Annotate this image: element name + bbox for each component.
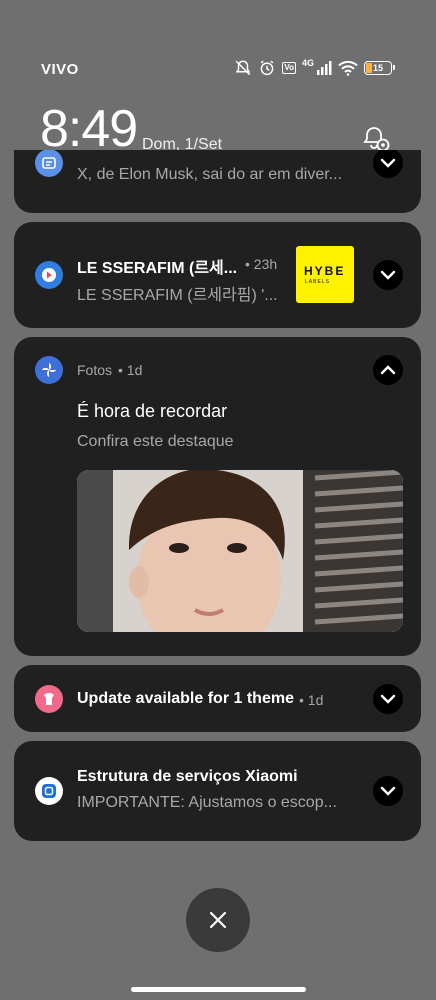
expand-button[interactable] [373,684,403,714]
notification-xiaomi-services[interactable]: Estrutura de serviços Xiaomi IMPORTANTE:… [14,741,421,841]
hybe-thumbnail: HYBE LABELS [296,246,354,303]
home-indicator[interactable] [131,987,306,992]
app-name: Fotos [77,362,113,378]
expand-button[interactable] [373,776,403,806]
notification-le-sserafim[interactable]: LE SSERAFIM (르세... • 23h LE SSERAFIM (르세… [14,222,421,328]
mute-icon [235,60,251,76]
xiaomi-services-icon [35,777,63,805]
chevron-up-icon [380,365,396,375]
notification-time: • 1d [118,362,143,378]
chevron-down-icon [380,158,396,168]
dismiss-all-button[interactable] [186,888,250,952]
news-app-icon [35,150,63,177]
thumbnail-sub: LABELS [305,279,330,285]
status-icons: Vo 4G 15 [234,57,395,78]
network-type: 4G [301,57,314,68]
wifi-icon [338,60,358,76]
expand-button[interactable] [373,260,403,290]
expand-button[interactable] [373,150,403,178]
volte-icon: Vo [282,62,296,74]
photo-image [77,470,403,632]
notification-time: • 1d [299,692,324,708]
notification-title: Estrutura de serviços Xiaomi [77,768,298,785]
theme-icon [35,685,63,713]
clock: 8:49 [40,100,138,158]
notification-title: É hora de recordar [77,401,228,421]
close-icon [209,911,227,929]
pinwheel-icon [35,356,63,384]
status-bar: VIVO Vo 4G 15 [0,52,436,86]
memory-photo[interactable] [77,470,403,632]
notification-x[interactable]: X, de Elon Musk, sai do ar em diver... [14,150,421,213]
video-app-icon [35,261,63,289]
carrier-label: VIVO [41,61,79,78]
thumbnail-brand: HYBE [304,264,346,278]
collapse-button[interactable] [373,355,403,385]
battery-icon: 15 [364,61,395,75]
notification-text: IMPORTANTE: Ajustamos o escop... [77,794,337,811]
notification-text: LE SSERAFIM (르세라핌) '... [77,287,278,304]
notification-title: LE SSERAFIM (르세... [77,260,238,277]
chevron-down-icon [380,786,396,796]
signal-icon [317,61,332,75]
notification-text: X, de Elon Musk, sai do ar em diver... [77,166,343,183]
notification-time: • 23h [245,256,278,272]
notification-theme-update[interactable]: Update available for 1 theme • 1d [14,665,421,732]
chevron-down-icon [380,270,396,280]
battery-level: 15 [372,62,383,73]
alarm-icon [260,60,274,76]
chevron-down-icon [380,694,396,704]
notification-text: Confira este destaque [77,433,234,450]
notification-title: Update available for 1 theme [77,690,294,707]
notification-fotos[interactable]: Fotos • 1d É hora de recordar Confira es… [14,337,421,656]
